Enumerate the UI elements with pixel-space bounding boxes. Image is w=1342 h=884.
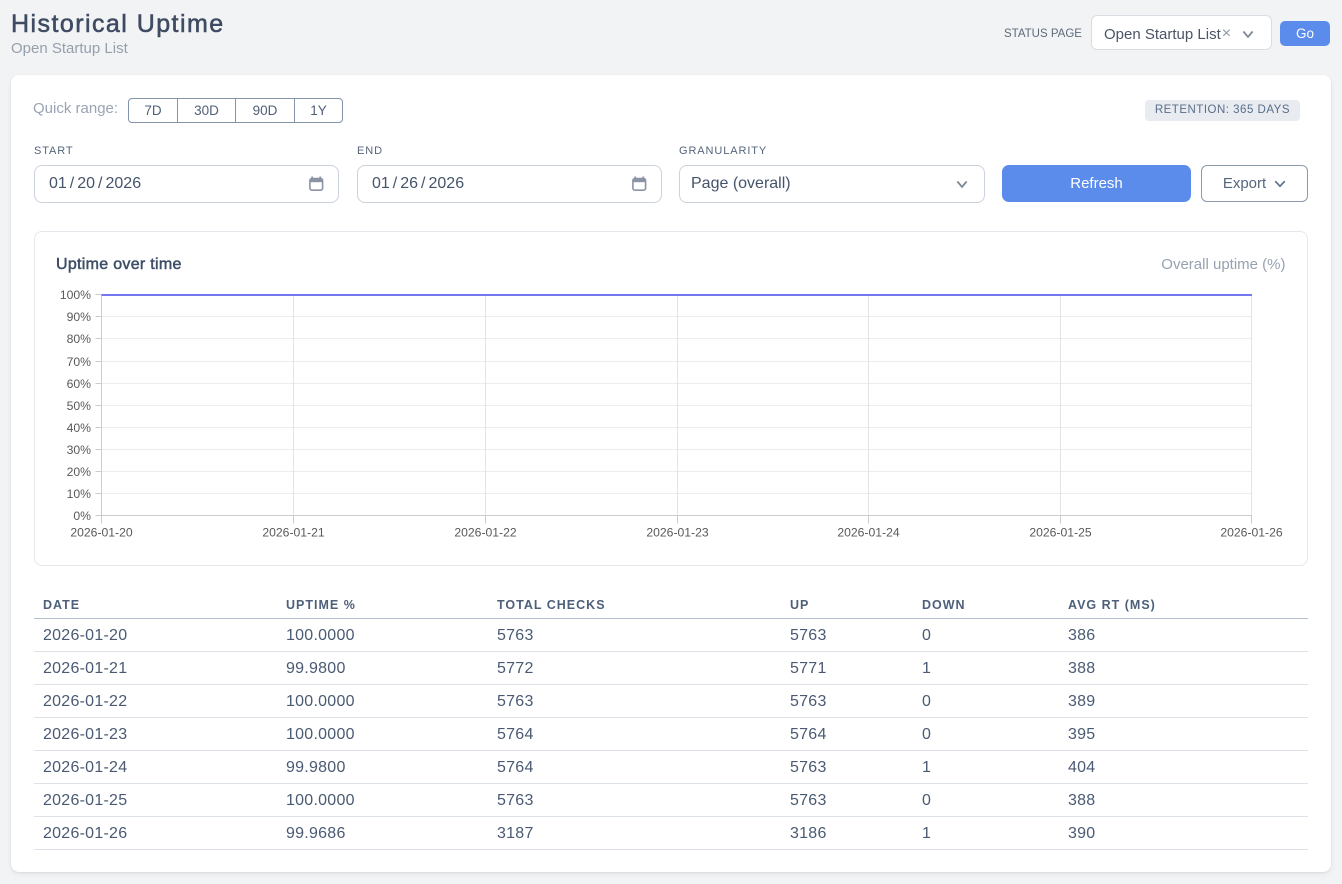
svg-text:10%: 10% [67,487,92,501]
svg-text:30%: 30% [67,443,92,457]
svg-text:40%: 40% [67,421,92,435]
svg-text:100%: 100% [60,288,91,302]
svg-text:2026-01-24: 2026-01-24 [837,526,900,540]
svg-text:2026-01-20: 2026-01-20 [70,526,133,540]
svg-text:2026-01-21: 2026-01-21 [262,526,325,540]
svg-text:90%: 90% [67,310,92,324]
svg-text:20%: 20% [67,465,92,479]
svg-text:50%: 50% [67,399,92,413]
svg-text:2026-01-22: 2026-01-22 [454,526,517,540]
svg-text:0%: 0% [73,509,91,523]
svg-text:60%: 60% [67,377,92,391]
svg-text:80%: 80% [67,332,92,346]
svg-text:2026-01-26: 2026-01-26 [1220,526,1283,540]
svg-text:70%: 70% [67,355,92,369]
svg-text:2026-01-25: 2026-01-25 [1029,526,1092,540]
svg-text:2026-01-23: 2026-01-23 [646,526,709,540]
